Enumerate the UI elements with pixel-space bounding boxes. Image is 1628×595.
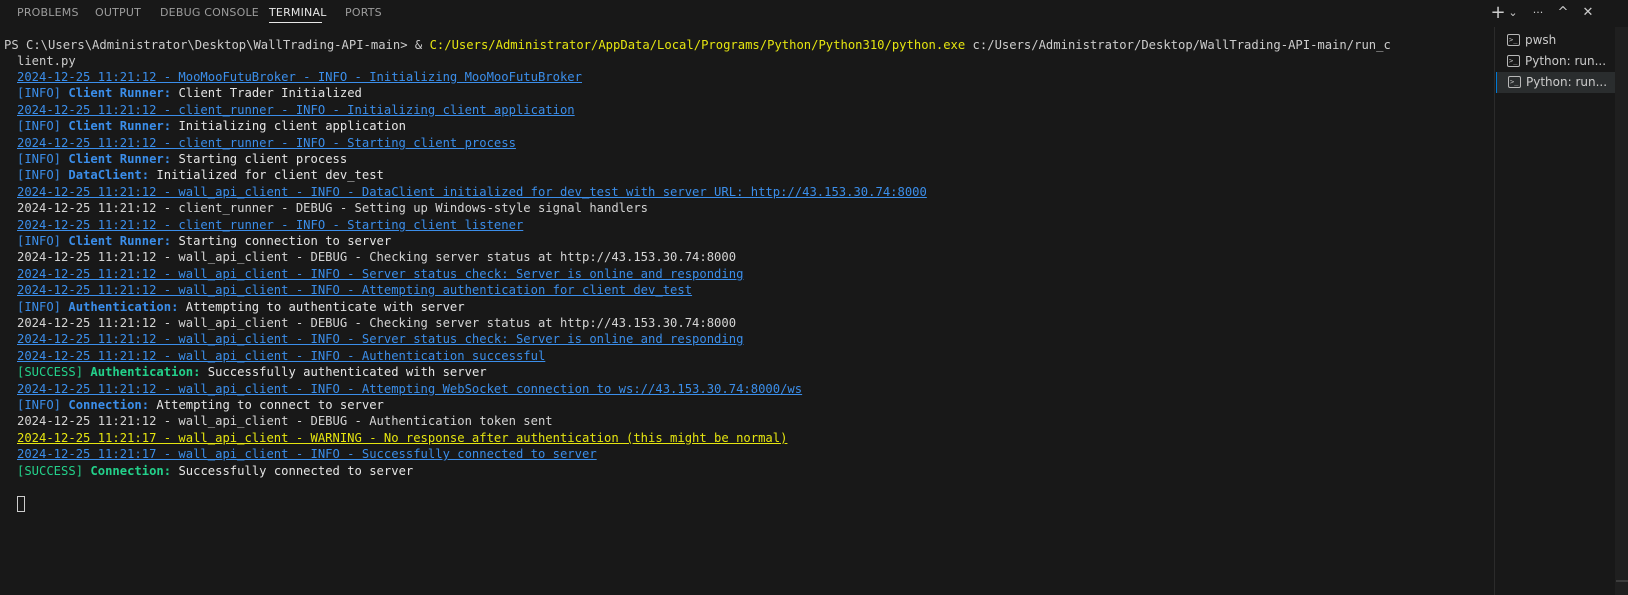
log-line: [INFO] DataClient: Initialized for clien… [17, 167, 384, 184]
python-exe-path: C:/Users/Administrator/AppData/Local/Pro… [429, 38, 966, 52]
log-level-tag: [INFO] [17, 152, 62, 166]
log-level-tag: [SUCCESS] [17, 365, 84, 380]
active-tab-indicator [269, 22, 322, 23]
log-link[interactable]: 2024-12-25 11:21:12 - client_runner - IN… [17, 103, 575, 117]
log-source: Connection: [90, 463, 172, 478]
log-message: Starting client process [171, 152, 348, 166]
log-warning[interactable]: 2024-12-25 11:21:17 - wall_api_client - … [17, 431, 787, 445]
log-line: [INFO] Connection: Attempting to connect… [17, 397, 384, 414]
terminal-icon: >_ [1507, 34, 1520, 46]
log-line: 2024-12-25 11:21:12 - wall_api_client - … [17, 315, 736, 332]
log-text: 2024-12-25 11:21:12 - wall_api_client - … [17, 414, 553, 429]
log-link[interactable]: 2024-12-25 11:21:12 - wall_api_client - … [17, 349, 545, 363]
log-link[interactable]: 2024-12-25 11:21:12 - wall_api_client - … [17, 332, 743, 346]
log-line: 2024-12-25 11:21:12 - wall_api_client - … [17, 184, 927, 201]
tab-ports[interactable]: PORTS [345, 6, 382, 19]
log-source: Client Runner: [68, 86, 172, 101]
editor-edge [1615, 27, 1628, 595]
log-link[interactable]: 2024-12-25 11:21:12 - wall_api_client - … [17, 382, 802, 396]
log-line: 2024-12-25 11:21:17 - wall_api_client - … [17, 430, 787, 447]
log-message: Successfully connected to server [171, 463, 414, 478]
log-message: Successfully authenticated with server [200, 365, 487, 380]
log-link[interactable]: 2024-12-25 11:21:12 - client_runner - IN… [17, 218, 523, 232]
edge-divider [1616, 580, 1628, 582]
log-line: 2024-12-25 11:21:12 - wall_api_client - … [17, 413, 553, 430]
log-level-tag: [INFO] [17, 299, 62, 314]
terminal-tab-list: >_ pwsh >_ Python: run... >_ Python: run… [1495, 27, 1628, 595]
log-source: Client Runner: [68, 234, 172, 248]
log-line: 2024-12-25 11:21:12 - wall_api_client - … [17, 348, 545, 365]
log-line: 2024-12-25 11:21:12 - client_runner - IN… [17, 102, 575, 119]
panel-header: PROBLEMS OUTPUT DEBUG CONSOLE TERMINAL P… [0, 0, 1628, 27]
chevron-down-icon[interactable]: ⌄ [1503, 4, 1523, 22]
log-link[interactable]: 2024-12-25 11:21:12 - wall_api_client - … [17, 267, 743, 281]
log-line: [SUCCESS] Connection: Successfully conne… [17, 463, 413, 480]
log-line: 2024-12-25 11:21:12 - wall_api_client - … [17, 282, 692, 299]
terminal-item-python-1[interactable]: >_ Python: run... [1496, 51, 1616, 72]
log-message: Attempting to connect to server [149, 398, 384, 412]
terminal-icon: >_ [1507, 55, 1520, 67]
log-source: Authentication: [90, 365, 201, 380]
log-source: Connection: [68, 398, 150, 412]
log-line: 2024-12-25 11:21:12 - wall_api_client - … [17, 331, 743, 348]
more-icon[interactable]: ··· [1528, 4, 1548, 22]
log-line: [INFO] Client Runner: Starting connectio… [17, 233, 391, 250]
log-message: Client Trader Initialized [171, 86, 362, 101]
log-line: [SUCCESS] Authentication: Successfully a… [17, 364, 487, 381]
log-level-tag: [INFO] [17, 119, 62, 134]
log-line: 2024-12-25 11:21:12 - MooMooFutuBroker -… [17, 69, 582, 86]
log-source: Client Runner: [68, 119, 172, 134]
log-level-tag: [INFO] [17, 234, 62, 248]
log-message: Starting connection to server [171, 234, 392, 248]
close-icon[interactable]: ✕ [1578, 4, 1598, 22]
terminal-cursor [17, 496, 25, 512]
log-level-tag: [INFO] [17, 168, 62, 183]
log-link[interactable]: 2024-12-25 11:21:12 - MooMooFutuBroker -… [17, 70, 582, 84]
log-level-tag: [INFO] [17, 86, 62, 101]
log-source: Client Runner: [68, 152, 172, 166]
script-path: c:/Users/Administrator/Desktop/WallTradi… [965, 38, 1391, 52]
log-line: [INFO] Authentication: Attempting to aut… [17, 299, 465, 316]
log-text: 2024-12-25 11:21:12 - client_runner - DE… [17, 201, 649, 216]
log-line: 2024-12-25 11:21:12 - wall_api_client - … [17, 249, 736, 266]
log-level-tag: [INFO] [17, 398, 62, 412]
terminal-output[interactable]: PS C:\Users\Administrator\Desktop\WallTr… [0, 27, 1480, 595]
log-line: 2024-12-25 11:21:12 - client_runner - IN… [17, 135, 516, 152]
terminal-item-python-2[interactable]: >_ Python: run... [1496, 72, 1616, 93]
log-line: [INFO] Client Runner: Initializing clien… [17, 118, 406, 135]
log-source: DataClient: [68, 168, 150, 183]
log-text: 2024-12-25 11:21:12 - wall_api_client - … [17, 250, 737, 265]
terminal-item-label: Python: run... [1525, 54, 1607, 68]
log-link[interactable]: 2024-12-25 11:21:17 - wall_api_client - … [17, 447, 597, 461]
tab-debug-console[interactable]: DEBUG CONSOLE [160, 6, 259, 19]
log-level-tag: [SUCCESS] [17, 463, 84, 478]
terminal-item-label: pwsh [1525, 33, 1557, 47]
log-line: [INFO] Client Runner: Starting client pr… [17, 151, 347, 168]
log-message: Initialized for client dev_test [149, 168, 384, 183]
log-line: 2024-12-25 11:21:12 - wall_api_client - … [17, 381, 802, 398]
log-line: 2024-12-25 11:21:17 - wall_api_client - … [17, 446, 597, 463]
maximize-icon[interactable]: ^ [1553, 4, 1573, 22]
prompt-continuation: lient.py [17, 54, 76, 68]
log-message: Attempting to authenticate with server [178, 299, 465, 314]
terminal-item-pwsh[interactable]: >_ pwsh [1496, 30, 1616, 51]
terminal-item-label: Python: run... [1526, 75, 1608, 89]
log-text: 2024-12-25 11:21:12 - wall_api_client - … [17, 316, 737, 330]
log-line: 2024-12-25 11:21:12 - wall_api_client - … [17, 266, 743, 283]
terminal-scrollbar[interactable] [1480, 27, 1494, 595]
log-link[interactable]: 2024-12-25 11:21:12 - client_runner - IN… [17, 136, 516, 150]
tab-output[interactable]: OUTPUT [95, 6, 141, 19]
prompt-line: PS C:\Users\Administrator\Desktop\WallTr… [4, 37, 1391, 54]
log-link[interactable]: 2024-12-25 11:21:12 - wall_api_client - … [17, 185, 927, 199]
log-source: Authentication: [68, 299, 179, 314]
tab-problems[interactable]: PROBLEMS [17, 6, 79, 19]
terminal-icon: >_ [1508, 76, 1521, 88]
log-link[interactable]: 2024-12-25 11:21:12 - wall_api_client - … [17, 283, 692, 297]
log-line: 2024-12-25 11:21:12 - client_runner - DE… [17, 200, 648, 217]
log-line: 2024-12-25 11:21:12 - client_runner - IN… [17, 217, 523, 234]
log-message: Initializing client application [171, 119, 406, 134]
log-line: [INFO] Client Runner: Client Trader Init… [17, 85, 362, 102]
tab-terminal[interactable]: TERMINAL [269, 6, 327, 19]
prompt-text: PS C:\Users\Administrator\Desktop\WallTr… [4, 38, 430, 52]
